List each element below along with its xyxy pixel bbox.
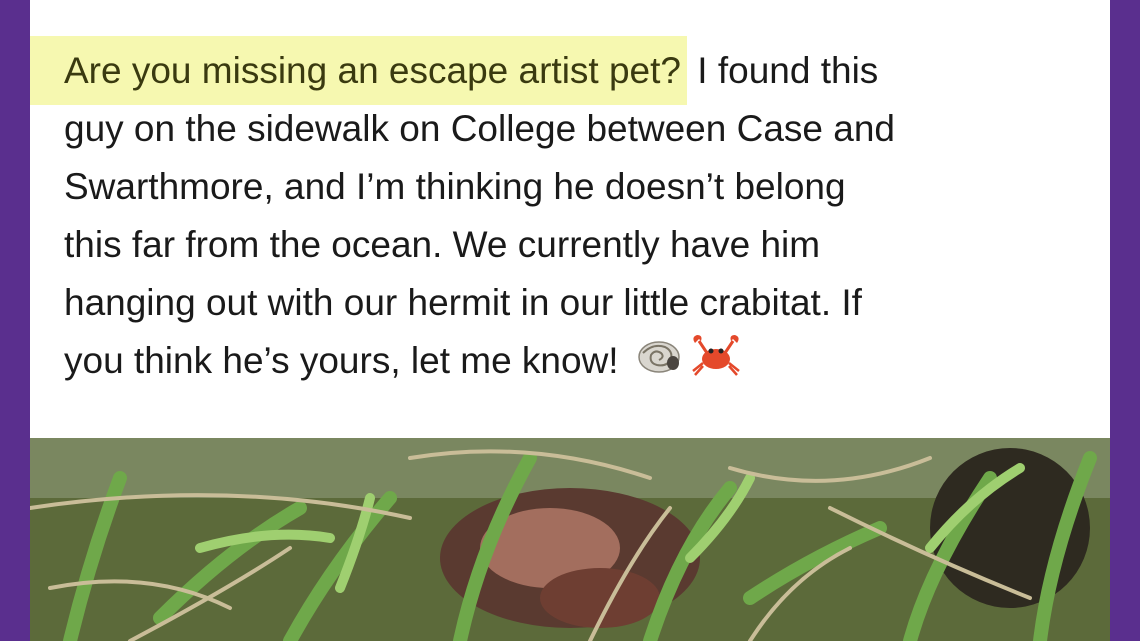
post-line-6: you think he’s yours, let me know! [64, 340, 619, 381]
post-body: Are you missing an escape artist pet? I … [30, 36, 1094, 394]
right-border [1110, 0, 1140, 641]
post-card: Are you missing an escape artist pet? I … [30, 0, 1110, 641]
spiral-shell-icon [637, 334, 681, 392]
crab-icon [689, 333, 743, 394]
post-line-4: this far from the ocean. We currently ha… [64, 224, 821, 265]
left-border [0, 0, 30, 641]
post-line-5: hanging out with our hermit in our littl… [64, 282, 862, 323]
post-line-1-rest: I found this [687, 50, 879, 91]
grass-photo [30, 438, 1110, 641]
post-line-2: guy on the sidewalk on College between C… [64, 108, 896, 149]
highlighted-question: Are you missing an escape artist pet? [30, 36, 687, 105]
post-line-3: Swarthmore, and I’m thinking he doesn’t … [64, 166, 846, 207]
